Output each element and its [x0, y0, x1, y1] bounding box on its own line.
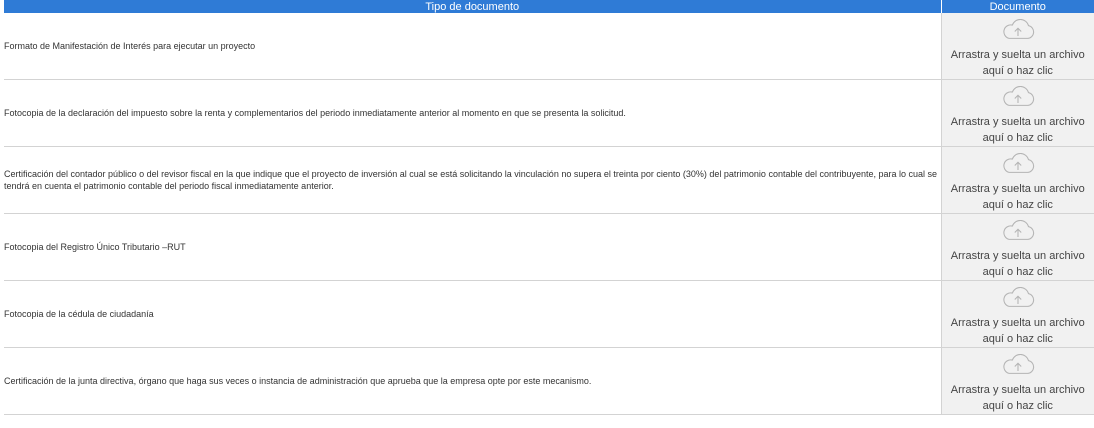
dropzone-text-line1: Arrastra y suelta un archivo [950, 317, 1085, 329]
documents-table: Tipo de documento Documento Formato de M… [4, 0, 1094, 415]
file-dropzone[interactable]: Arrastra y suelta un archivo aquí o haz c… [940, 79, 1094, 147]
table-row: Fotocopia del Registro Único Tributario … [4, 213, 1094, 281]
dropzone-text-line2: aquí o haz clic [982, 400, 1053, 412]
table-row: Certificación de la junta directiva, órg… [4, 347, 1094, 415]
dropzone-label: Arrastra y suelta un archivo aquí o haz c… [951, 181, 1085, 213]
cloud-upload-icon [1003, 287, 1034, 307]
dropzone-label: Arrastra y suelta un archivo aquí o haz c… [951, 47, 1085, 79]
file-dropzone[interactable]: Arrastra y suelta un archivo aquí o haz c… [940, 13, 1094, 80]
document-upload-page: Tipo de documento Documento Formato de M… [0, 0, 1094, 428]
cloud-upload-icon [1003, 153, 1034, 173]
file-dropzone[interactable]: Arrastra y suelta un archivo aquí o haz c… [940, 213, 1094, 281]
cloud-upload-icon [1003, 220, 1034, 240]
cloud-upload-icon [1003, 86, 1034, 106]
document-type-label: Fotocopia del Registro Único Tributario … [4, 213, 941, 281]
file-dropzone[interactable]: Arrastra y suelta un archivo aquí o haz c… [940, 280, 1094, 348]
dropzone-text-line2: aquí o haz clic [982, 65, 1053, 77]
table-row: Certificación del contador público o del… [4, 146, 1094, 214]
dropzone-text-line1: Arrastra y suelta un archivo [950, 116, 1085, 128]
dropzone-text-line2: aquí o haz clic [982, 266, 1053, 278]
document-type-label: Certificación de la junta directiva, órg… [4, 347, 941, 415]
dropzone-label: Arrastra y suelta un archivo aquí o haz c… [951, 114, 1085, 146]
dropzone-text-line1: Arrastra y suelta un archivo [950, 49, 1085, 61]
table-row: Formato de Manifestación de Interés para… [4, 13, 1094, 80]
dropzone-label: Arrastra y suelta un archivo aquí o haz c… [951, 248, 1085, 280]
document-type-label: Certificación del contador público o del… [4, 146, 941, 214]
dropzone-text-line2: aquí o haz clic [982, 132, 1053, 144]
document-type-label: Fotocopia de la cédula de ciudadanía [4, 280, 941, 348]
column-header-document: Documento [941, 0, 1094, 13]
document-type-label: Formato de Manifestación de Interés para… [4, 13, 941, 80]
column-header-document-type: Tipo de documento [4, 0, 942, 13]
dropzone-text-line1: Arrastra y suelta un archivo [950, 250, 1085, 262]
dropzone-text-line1: Arrastra y suelta un archivo [950, 183, 1085, 195]
dropzone-text-line1: Arrastra y suelta un archivo [950, 384, 1085, 396]
table-row: Fotocopia de la cédula de ciudadanía Arra… [4, 280, 1094, 348]
dropzone-label: Arrastra y suelta un archivo aquí o haz c… [951, 315, 1085, 347]
cloud-upload-icon [1003, 354, 1034, 374]
table-row: Fotocopia de la declaración del impuesto… [4, 79, 1094, 147]
cloud-upload-icon [1003, 19, 1034, 39]
table-header-row: Tipo de documento Documento [4, 0, 1094, 13]
document-type-label: Fotocopia de la declaración del impuesto… [4, 79, 941, 147]
file-dropzone[interactable]: Arrastra y suelta un archivo aquí o haz c… [940, 347, 1094, 415]
file-dropzone[interactable]: Arrastra y suelta un archivo aquí o haz c… [940, 146, 1094, 214]
dropzone-text-line2: aquí o haz clic [982, 333, 1053, 345]
dropzone-text-line2: aquí o haz clic [982, 199, 1053, 211]
dropzone-label: Arrastra y suelta un archivo aquí o haz c… [951, 382, 1085, 414]
